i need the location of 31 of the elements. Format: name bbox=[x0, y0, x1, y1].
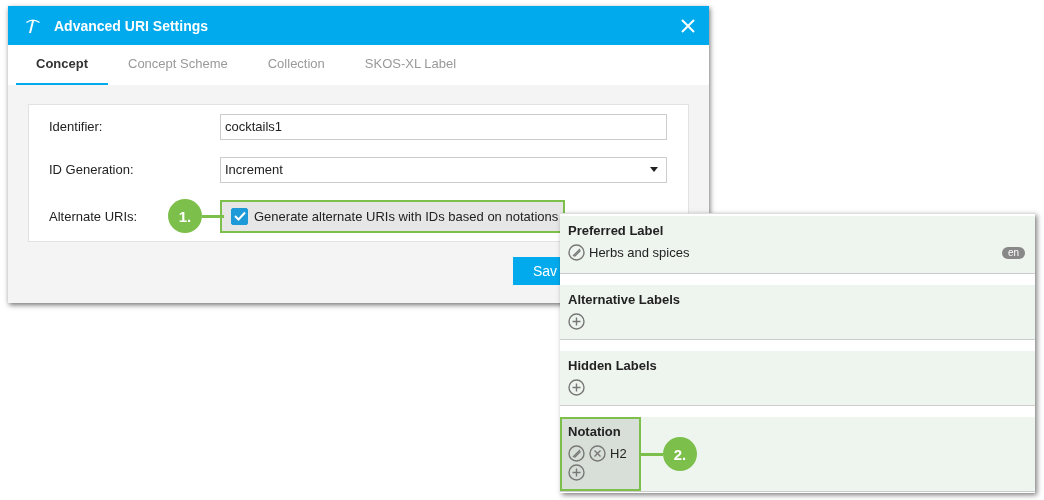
add-icon[interactable] bbox=[568, 464, 585, 481]
callout-badge: 2. bbox=[663, 437, 697, 471]
add-icon[interactable] bbox=[568, 313, 585, 330]
edit-icon[interactable] bbox=[568, 445, 585, 462]
tab[interactable]: Concept Scheme bbox=[108, 45, 248, 85]
tab[interactable]: Concept bbox=[16, 45, 108, 85]
identifier-field[interactable]: cocktails1 bbox=[220, 113, 667, 140]
remove-icon[interactable] bbox=[589, 445, 606, 462]
pickaxe-icon bbox=[24, 17, 42, 34]
section-title: Alternative Labels bbox=[568, 292, 681, 307]
field-label: Identifier: bbox=[49, 119, 103, 134]
section-title: Preferred Label bbox=[568, 223, 665, 238]
section-title: Notation bbox=[568, 424, 622, 439]
field-label: Alternate URIs: bbox=[49, 208, 138, 224]
checkbox[interactable] bbox=[231, 207, 248, 225]
tab[interactable]: SKOS-XL Label bbox=[344, 45, 477, 85]
window-title: Advanced URI Settings bbox=[54, 17, 210, 34]
id-generation-dropdown[interactable]: Increment bbox=[220, 156, 667, 183]
label-value: H2 bbox=[610, 446, 628, 461]
close-icon[interactable] bbox=[681, 18, 695, 33]
section-title: Hidden Labels bbox=[568, 358, 658, 373]
language-tag: en bbox=[1001, 246, 1025, 259]
tab[interactable]: Collection bbox=[247, 45, 345, 85]
checkbox-label: Generate alternate URIs with IDs based on notations bbox=[254, 208, 559, 224]
caret-icon bbox=[650, 167, 658, 172]
callout-badge: 1. bbox=[168, 199, 202, 233]
add-icon[interactable] bbox=[568, 379, 585, 396]
field-label: ID Generation: bbox=[49, 162, 134, 177]
label-value: Herbs and spices bbox=[589, 245, 691, 260]
edit-icon[interactable] bbox=[568, 244, 585, 261]
save-button[interactable]: Sav bbox=[513, 257, 560, 285]
